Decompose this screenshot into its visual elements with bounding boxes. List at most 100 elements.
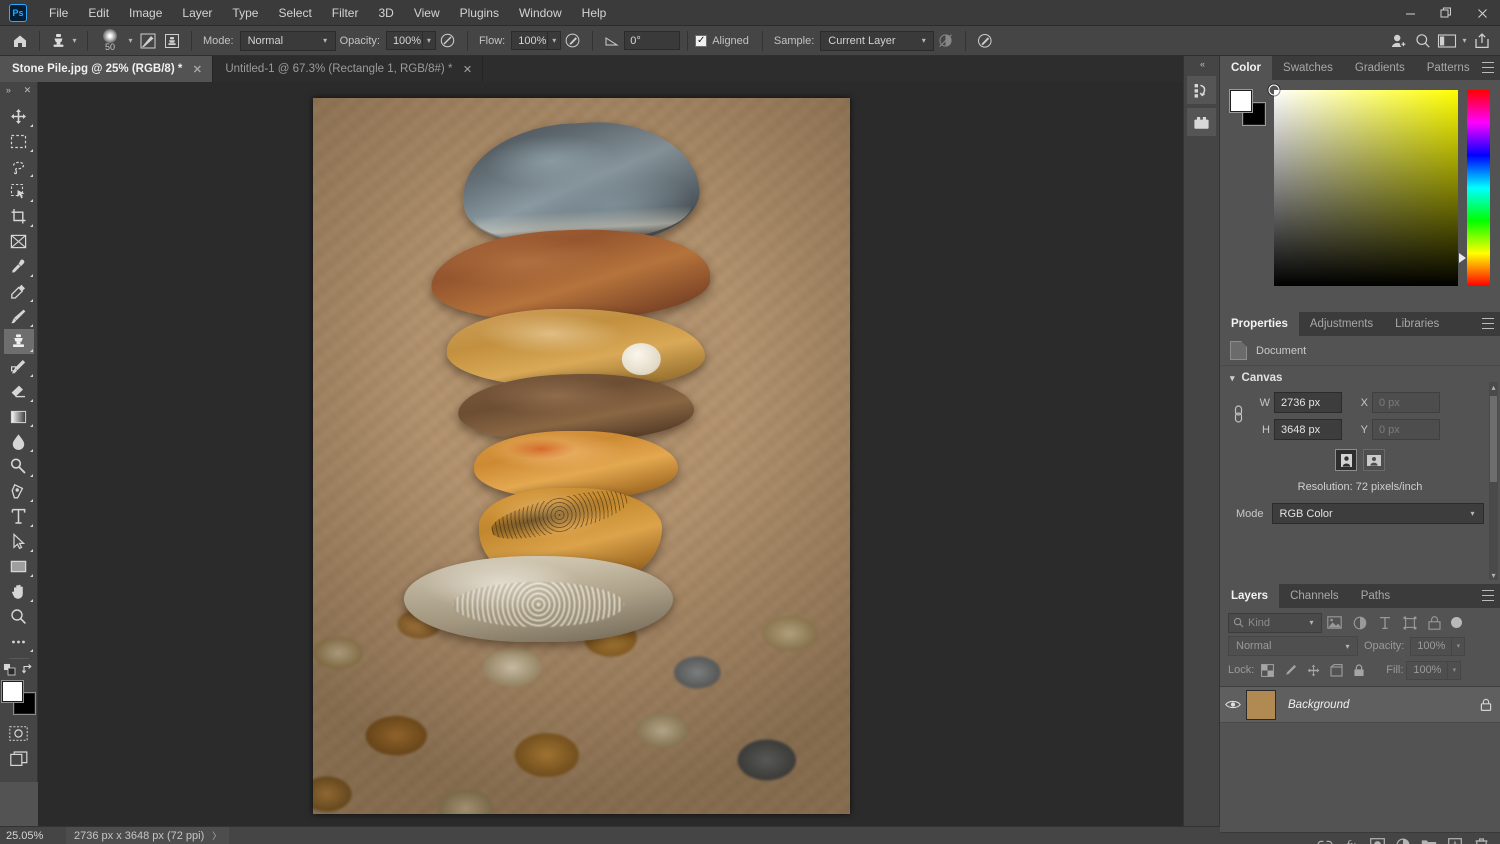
panel-menu-icon[interactable]	[1482, 62, 1494, 73]
close-icon[interactable]: ✕	[191, 63, 203, 75]
delete-layer-icon[interactable]	[1468, 833, 1494, 844]
gradient-tool[interactable]	[4, 404, 34, 429]
filter-enable-toggle[interactable]	[1451, 617, 1462, 628]
layer-blend-mode-select[interactable]: Normal ▾	[1228, 636, 1358, 656]
filter-adjustment-icon[interactable]	[1347, 613, 1372, 633]
default-colors-icon[interactable]	[3, 663, 16, 679]
layer-opacity-stepper[interactable]: 100% ▾	[1410, 637, 1465, 656]
filter-pixel-icon[interactable]	[1322, 613, 1347, 633]
object-selection-tool[interactable]	[4, 179, 34, 204]
document-tab-stone-pile[interactable]: Stone Pile.jpg @ 25% (RGB/8) * ✕	[0, 56, 213, 82]
opacity-value[interactable]: 100%	[386, 31, 422, 50]
menu-help[interactable]: Help	[572, 0, 617, 26]
lock-position-icon[interactable]	[1303, 660, 1323, 680]
tab-gradients[interactable]: Gradients	[1344, 56, 1416, 80]
zoom-level-input[interactable]: 25.05%	[0, 827, 56, 844]
layer-filter-kind-select[interactable]: Kind ▾	[1228, 613, 1322, 633]
home-icon[interactable]	[8, 30, 32, 52]
tab-adjustments[interactable]: Adjustments	[1299, 312, 1384, 336]
portrait-icon[interactable]	[1335, 449, 1357, 471]
tab-libraries[interactable]: Libraries	[1384, 312, 1450, 336]
filter-smart-object-icon[interactable]	[1422, 613, 1447, 633]
menu-window[interactable]: Window	[509, 0, 572, 26]
x-input[interactable]: 0 px	[1372, 392, 1440, 413]
chevron-down-icon[interactable]: ▾	[547, 31, 561, 50]
layer-fill-stepper[interactable]: 100% ▾	[1406, 661, 1461, 680]
menu-image[interactable]: Image	[119, 0, 172, 26]
color-mode-select[interactable]: RGB Color ▾	[1272, 503, 1484, 524]
chevron-down-icon[interactable]: ▾	[1452, 637, 1465, 656]
foreground-color-swatch[interactable]	[2, 681, 23, 702]
hand-tool[interactable]	[4, 579, 34, 604]
menu-plugins[interactable]: Plugins	[450, 0, 509, 26]
menu-edit[interactable]: Edit	[78, 0, 119, 26]
pressure-opacity-icon[interactable]	[436, 30, 460, 52]
search-icon[interactable]	[1411, 30, 1435, 52]
new-layer-icon[interactable]	[1442, 833, 1468, 844]
rectangular-marquee-tool[interactable]	[4, 129, 34, 154]
document-canvas[interactable]	[313, 98, 850, 814]
ignore-adjustment-layers-icon[interactable]	[934, 30, 958, 52]
canvas-area[interactable]	[38, 82, 1183, 826]
type-tool[interactable]	[4, 504, 34, 529]
layer-fill-value[interactable]: 100%	[1406, 661, 1448, 680]
canvas-section-header[interactable]: ▾ Canvas	[1220, 366, 1500, 390]
menu-view[interactable]: View	[404, 0, 450, 26]
close-button[interactable]	[1464, 0, 1500, 26]
tab-patterns[interactable]: Patterns	[1416, 56, 1481, 80]
document-tab-untitled-1[interactable]: Untitled-1 @ 67.3% (Rectangle 1, RGB/8#)…	[213, 56, 483, 82]
collapse-icon[interactable]: »	[6, 85, 11, 95]
tab-color[interactable]: Color	[1220, 56, 1272, 80]
lock-artboard-icon[interactable]	[1326, 660, 1346, 680]
minimize-button[interactable]	[1392, 0, 1428, 26]
lock-icon[interactable]	[1472, 698, 1500, 712]
height-input[interactable]: 3648 px	[1274, 419, 1342, 440]
filter-shape-icon[interactable]	[1397, 613, 1422, 633]
menu-select[interactable]: Select	[268, 0, 321, 26]
scroll-up-icon[interactable]: ▴	[1489, 382, 1498, 392]
foreground-color-swatch[interactable]	[1230, 90, 1252, 112]
link-layers-icon[interactable]	[1312, 833, 1338, 844]
tab-properties[interactable]: Properties	[1220, 312, 1299, 336]
layer-opacity-value[interactable]: 100%	[1410, 637, 1452, 656]
filter-type-icon[interactable]	[1372, 613, 1397, 633]
move-tool[interactable]	[4, 104, 34, 129]
chevron-down-icon[interactable]: ▾	[1459, 36, 1470, 45]
panel-menu-icon[interactable]	[1482, 318, 1494, 329]
quick-mask-icon[interactable]	[4, 721, 34, 746]
menu-type[interactable]: Type	[222, 0, 268, 26]
layer-thumbnail[interactable]	[1246, 690, 1276, 720]
panel-menu-icon[interactable]	[1482, 590, 1494, 601]
document-info[interactable]: 2736 px x 3648 px (72 ppi) 〉	[66, 827, 229, 844]
layer-name[interactable]: Background	[1276, 699, 1472, 711]
workspace-icon[interactable]	[1435, 30, 1459, 52]
clone-source-icon[interactable]	[160, 30, 184, 52]
zoom-tool[interactable]	[4, 604, 34, 629]
lock-image-icon[interactable]	[1280, 660, 1300, 680]
brush-tool[interactable]	[4, 304, 34, 329]
scroll-down-icon[interactable]: ▾	[1489, 570, 1498, 580]
close-icon[interactable]: ✕	[461, 63, 473, 75]
chevron-down-icon[interactable]: ▾	[422, 31, 436, 50]
chevron-right-icon[interactable]: 〉	[212, 829, 221, 842]
foreground-background-swatches[interactable]	[2, 681, 36, 715]
path-selection-tool[interactable]	[4, 529, 34, 554]
add-mask-icon[interactable]	[1364, 833, 1390, 844]
blend-mode-select[interactable]: Normal ▾	[240, 31, 336, 51]
menu-file[interactable]: File	[39, 0, 78, 26]
tab-swatches[interactable]: Swatches	[1272, 56, 1344, 80]
chevron-down-icon[interactable]: ▾	[1230, 373, 1235, 384]
rectangle-tool[interactable]	[4, 554, 34, 579]
layer-row-background[interactable]: Background	[1220, 687, 1500, 723]
swap-colors-icon[interactable]	[22, 663, 35, 679]
tool-preset-picker[interactable]: ▾	[47, 30, 80, 52]
clone-stamp-tool[interactable]	[4, 329, 34, 354]
lock-transparency-icon[interactable]	[1257, 660, 1277, 680]
sample-select[interactable]: Current Layer ▾	[820, 31, 934, 51]
y-input[interactable]: 0 px	[1372, 419, 1440, 440]
landscape-icon[interactable]	[1363, 449, 1385, 471]
eraser-tool[interactable]	[4, 379, 34, 404]
color-field[interactable]	[1274, 90, 1458, 286]
screen-mode-icon[interactable]	[4, 746, 34, 771]
opacity-stepper[interactable]: 100% ▾	[386, 31, 436, 50]
